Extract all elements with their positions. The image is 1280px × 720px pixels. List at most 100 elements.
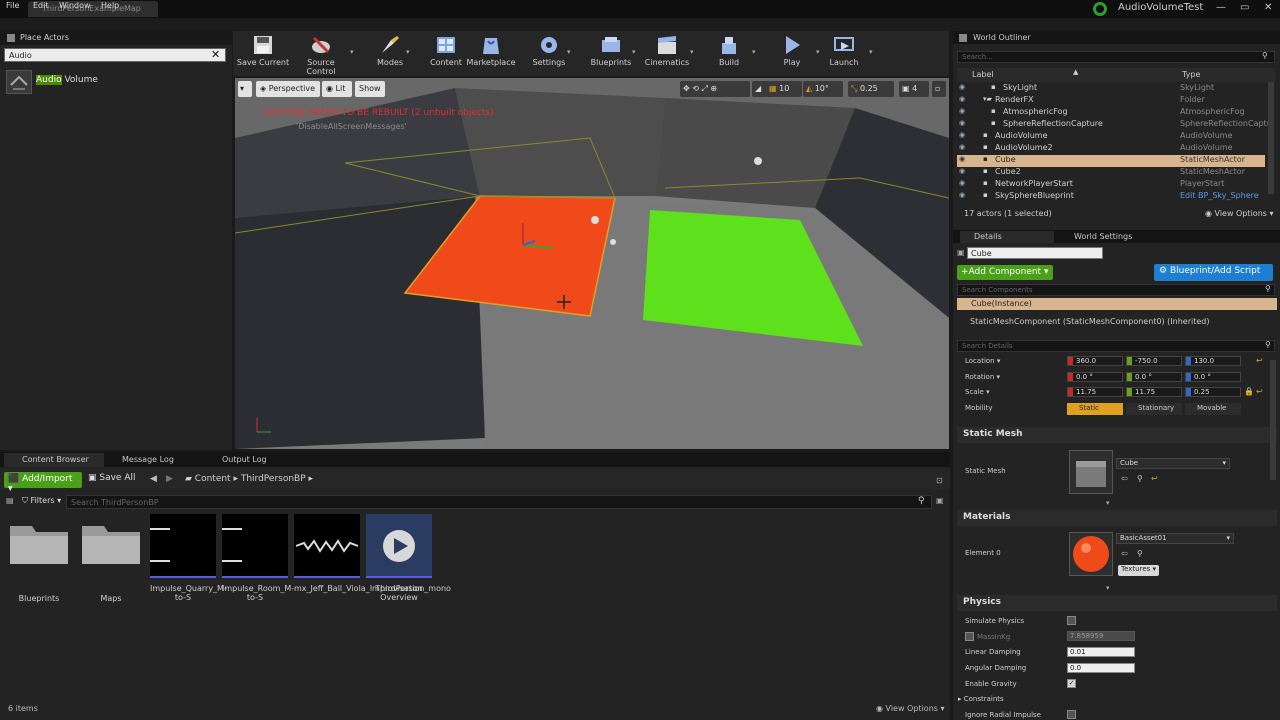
audio-volume-thumbnail[interactable] <box>6 70 32 94</box>
outliner-row[interactable]: ◉ ▪ SphereReflectionCapture SphereReflectio… <box>957 119 1272 131</box>
angular-damping-field[interactable]: 0.0 <box>1067 663 1135 673</box>
content-search-input[interactable]: Search ThirdPersonBP <box>66 495 932 509</box>
visibility-eye-icon[interactable]: ◉ <box>959 83 965 91</box>
breadcrumb-content[interactable]: Content <box>195 474 231 484</box>
settings-dropdown-icon[interactable]: ▾ <box>567 48 571 56</box>
use-selected-arrow-icon[interactable]: ⇦ <box>1121 474 1128 483</box>
close-window-button[interactable]: ✕ <box>1264 2 1272 13</box>
textures-dropdown[interactable]: Textures ▾ <box>1118 565 1160 576</box>
reset-scale-icon[interactable]: ↩ <box>1256 387 1263 396</box>
scale-x-field[interactable]: 11.75 <box>1067 387 1123 397</box>
outliner-row[interactable]: ◉ ▪ NetworkPlayerStart PlayerStart <box>957 179 1265 191</box>
mobility-stationary-button[interactable]: Stationary <box>1126 403 1182 415</box>
add-import-button[interactable]: ⬛ Add/Import ▾ <box>4 472 82 494</box>
actor-name-field[interactable]: Cube <box>967 247 1103 259</box>
viewport-options-dropdown[interactable]: ▾ <box>238 81 252 97</box>
maximize-viewport-icon[interactable]: ▫ <box>932 81 946 97</box>
scale-label[interactable]: Scale ▾ <box>965 388 990 396</box>
asset-maps-folder[interactable]: Maps <box>78 514 144 603</box>
visibility-eye-icon[interactable]: ◉ <box>959 95 965 103</box>
audio-volume-item[interactable]: Audio Volume <box>36 75 98 85</box>
rotation-snap-button[interactable]: ◭ 10° <box>803 81 843 97</box>
reset-mesh-icon[interactable]: ↩ <box>1151 474 1158 483</box>
save-all-button[interactable]: ▣ Save All <box>88 473 136 483</box>
perspective-button[interactable]: ◈ Perspective <box>256 81 320 97</box>
maximize-button[interactable]: ▭ <box>1240 2 1249 13</box>
launch-dropdown-icon[interactable]: ▾ <box>869 48 873 56</box>
menu-edit[interactable]: Edit <box>33 1 49 10</box>
sources-toggle-icon[interactable]: ▤ <box>6 496 14 505</box>
breadcrumb-thirdpersonbp[interactable]: ThirdPersonBP <box>241 474 306 484</box>
outliner-row[interactable]: ◉ ▪ SkySphereBlueprint Edit BP_Sky_Sphere <box>957 191 1265 203</box>
build-dropdown-icon[interactable]: ▾ <box>752 48 756 56</box>
source-control-button[interactable]: Source Control <box>292 34 350 76</box>
transform-mode-buttons[interactable]: ✥ ⟲ ⤢ ⊕ <box>680 81 750 97</box>
asset-impulse-room[interactable]: Impulse_Room_M-to-S <box>222 514 294 602</box>
history-back-icon[interactable]: ◀ <box>150 474 157 484</box>
asset-impulse-quarry[interactable]: Impulse_Quarry_M-to-S <box>150 514 227 602</box>
search-components-input[interactable]: Search Components <box>957 284 1275 296</box>
visibility-eye-icon[interactable]: ◉ <box>959 143 965 151</box>
tab-details[interactable]: Details <box>960 231 1054 243</box>
show-button[interactable]: Show <box>355 81 385 97</box>
rotation-y-field[interactable]: 0.0 ° <box>1126 372 1182 382</box>
scale-y-field[interactable]: 11.75 <box>1126 387 1182 397</box>
save-current-button[interactable]: Save Current <box>234 34 292 67</box>
visibility-eye-icon[interactable]: ◉ <box>959 155 965 163</box>
outliner-row[interactable]: ◉ ▪ SkyLight SkyLight <box>957 83 1265 95</box>
menu-window[interactable]: Window <box>59 1 91 10</box>
marketplace-button[interactable]: Marketplace <box>462 34 520 67</box>
mass-override-checkbox[interactable] <box>965 632 974 641</box>
visibility-eye-icon[interactable]: ◉ <box>959 107 965 115</box>
location-x-field[interactable]: 360.0 <box>1067 356 1123 366</box>
build-button[interactable]: Build <box>700 34 758 67</box>
browse-search-icon[interactable]: ⚲ <box>1137 549 1143 558</box>
world-outliner-tab[interactable]: World Outliner <box>953 31 1280 44</box>
clear-search-icon[interactable]: ✕ <box>211 48 220 61</box>
tab-output-log[interactable]: Output Log <box>204 453 292 467</box>
content-view-options-button[interactable]: ◉ View Options ▾ <box>876 704 945 713</box>
static-mesh-dropdown[interactable]: Cube ▾ <box>1116 458 1230 469</box>
visibility-eye-icon[interactable]: ◉ <box>959 191 965 199</box>
outliner-row[interactable]: ◉ ▪ AudioVolume AudioVolume <box>957 131 1265 143</box>
history-forward-icon[interactable]: ▶ <box>166 474 173 484</box>
blueprint-add-script-button[interactable]: ⚙ Blueprint/Add Script <box>1154 264 1273 281</box>
level-viewport[interactable] <box>235 78 949 449</box>
tab-world-settings[interactable]: World Settings <box>1060 231 1154 243</box>
cinematics-dropdown-icon[interactable]: ▾ <box>690 48 694 56</box>
location-label[interactable]: Location ▾ <box>965 357 1000 365</box>
asset-viola-improvisation[interactable]: mx_Jeff_Ball_Viola_Improvisation_mono <box>294 514 451 593</box>
col-label[interactable]: Label <box>972 70 994 79</box>
filters-button[interactable]: ⛉ Filters ▾ <box>22 496 61 506</box>
outliner-row-type[interactable]: Edit BP_Sky_Sphere <box>1180 191 1259 200</box>
modes-button[interactable]: Modes <box>361 34 419 67</box>
use-selected-arrow-icon[interactable]: ⇦ <box>1121 549 1128 558</box>
tab-message-log[interactable]: Message Log <box>104 453 192 467</box>
outliner-row[interactable]: ◉ ▪ AtmosphericFog AtmosphericFog <box>957 107 1265 119</box>
visibility-eye-icon[interactable]: ◉ <box>959 131 965 139</box>
outliner-view-options-button[interactable]: ◉ View Options ▾ <box>1205 209 1274 218</box>
scale-snap-button[interactable]: ⤡ 0.25 <box>848 81 894 97</box>
scale-z-field[interactable]: 0.25 <box>1185 387 1241 397</box>
enable-gravity-checkbox[interactable]: ✓ <box>1067 679 1076 688</box>
add-component-button[interactable]: +Add Component ▾ <box>957 265 1053 280</box>
outliner-search-input[interactable]: Search... <box>957 51 1275 63</box>
asset-blueprints-folder[interactable]: Blueprints <box>6 514 72 603</box>
material-dropdown[interactable]: BasicAsset01 ▾ <box>1116 533 1234 544</box>
constraints-row[interactable]: ▸ Constraints <box>958 695 1004 703</box>
grid-snap-button[interactable]: ▦ 10 <box>766 81 802 97</box>
launch-button[interactable]: Launch <box>815 34 873 67</box>
outliner-row[interactable]: ◉ ▾▰ RenderFX Folder <box>957 95 1265 107</box>
outliner-row[interactable]: ◉ ▪ AudioVolume2 AudioVolume <box>957 143 1265 155</box>
minimize-button[interactable]: — <box>1216 2 1226 13</box>
lock-icon[interactable]: ⊡ <box>936 476 943 485</box>
search-details-input[interactable]: Search Details <box>957 340 1275 352</box>
location-y-field[interactable]: -750.0 <box>1126 356 1182 366</box>
simulate-physics-checkbox[interactable] <box>1067 616 1076 625</box>
blueprints-dropdown-icon[interactable]: ▾ <box>632 48 636 56</box>
outliner-row[interactable]: ◉ ▪ Cube StaticMeshActor <box>957 155 1265 167</box>
source-control-dropdown-icon[interactable]: ▾ <box>350 48 354 56</box>
outliner-row[interactable]: ◉ ▪ Cube2 StaticMeshActor <box>957 167 1265 179</box>
expand-mesh-icon[interactable]: ▾ <box>1106 499 1110 507</box>
location-z-field[interactable]: 130.0 <box>1185 356 1241 366</box>
